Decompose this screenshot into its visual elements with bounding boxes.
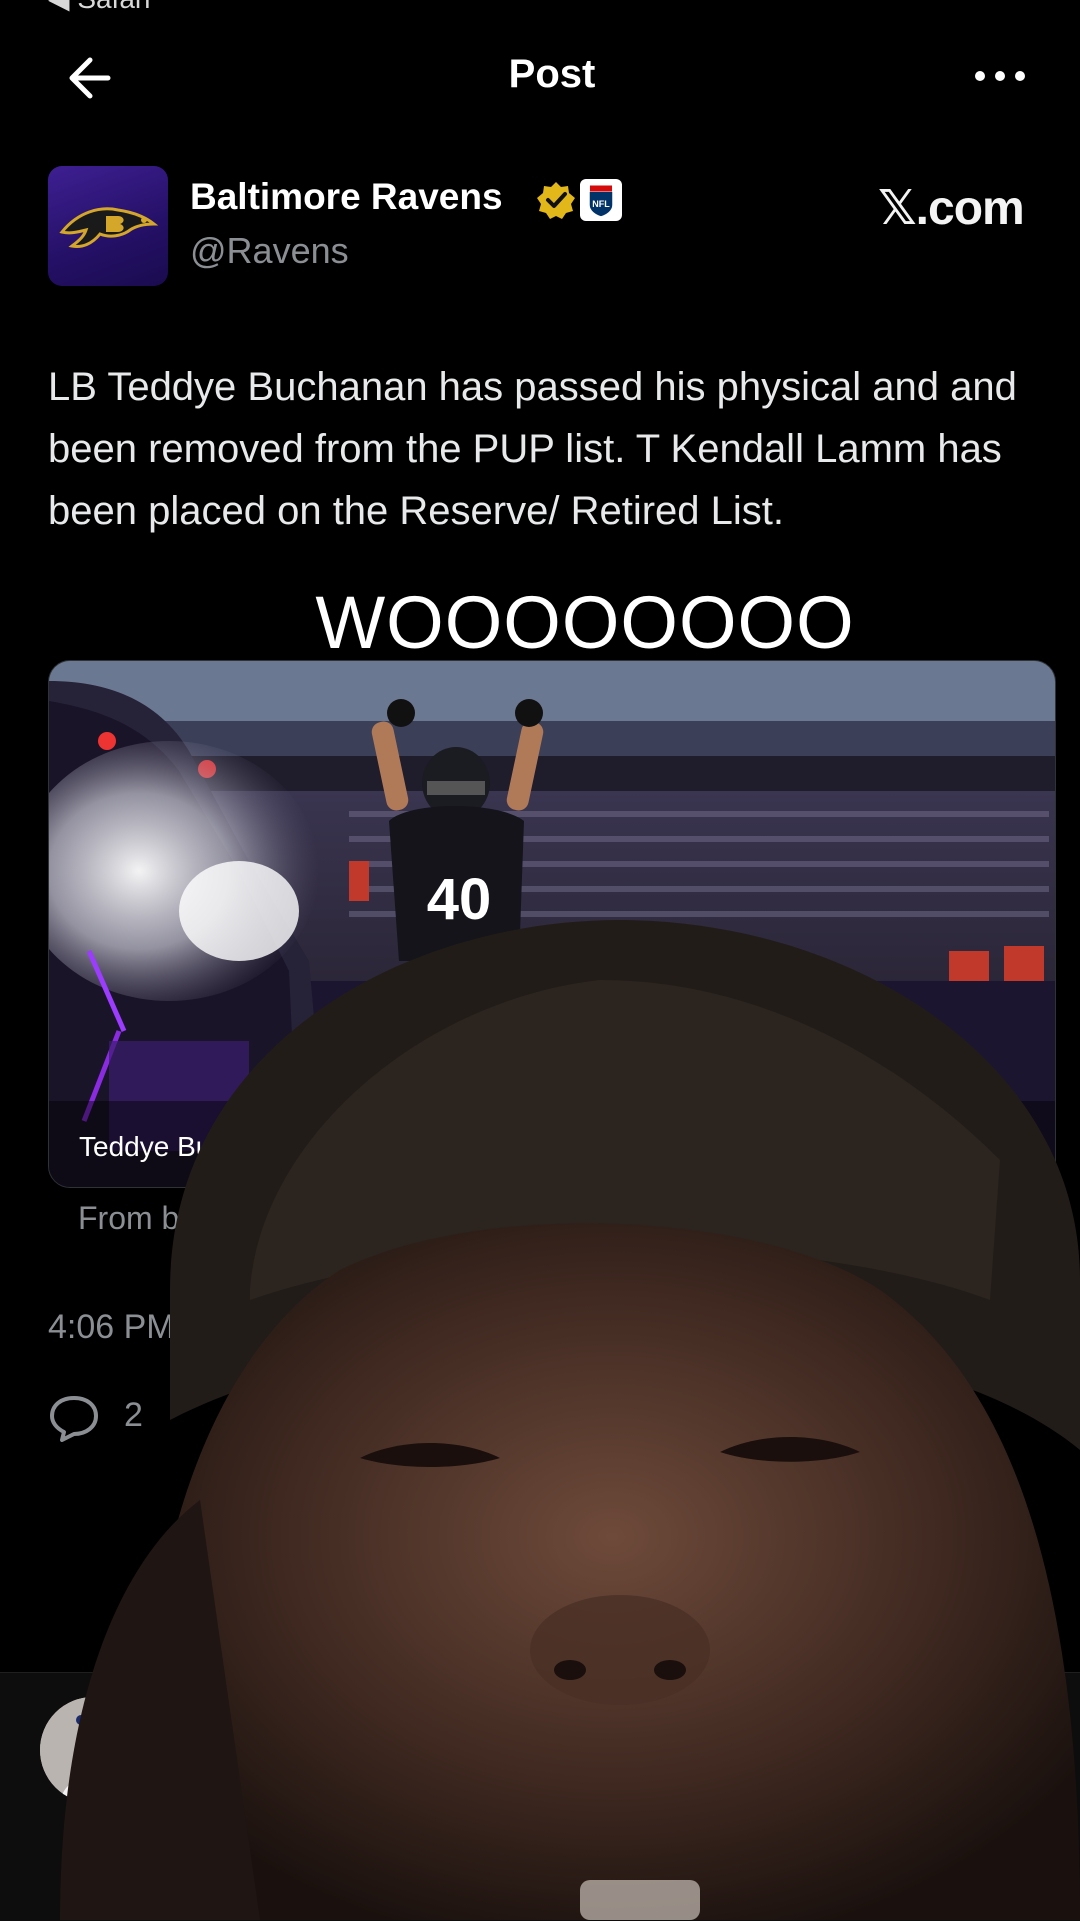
jersey-number: 40	[427, 867, 492, 932]
svg-text:NFL: NFL	[592, 199, 610, 209]
page-title: Post	[508, 52, 596, 96]
author-handle[interactable]: @Ravens	[190, 230, 349, 272]
tweet-media-card[interactable]: 40 Teddye Buch	[48, 660, 1056, 1188]
more-options-icon[interactable]	[972, 62, 1028, 90]
ravens-logo-icon	[59, 207, 159, 248]
verified-badge-icon	[537, 182, 575, 219]
media-card-title: Teddye Buch	[79, 1131, 241, 1162]
link-source[interactable]: From ba	[78, 1200, 197, 1237]
x-watermark: 𝕏.com	[878, 182, 1025, 235]
reply-input[interactable]	[182, 1776, 1046, 1856]
reply-icon[interactable]	[48, 1394, 100, 1442]
author-name[interactable]: Baltimore Ravens	[190, 176, 503, 218]
nfl-affiliation-icon: NFL	[580, 179, 622, 221]
stadium-photo: 40	[49, 661, 1055, 1187]
tweet-timestamp: 4:06 PM	[48, 1308, 175, 1346]
user-avatar[interactable]	[40, 1697, 146, 1803]
reply-count: 2	[124, 1396, 143, 1434]
reply-placeholder: Re	[268, 1792, 312, 1830]
emoji-icon[interactable]	[204, 1791, 250, 1837]
safari-back-link[interactable]: ◀ Safari	[48, 0, 150, 15]
tweet-text: LB Teddye Buchanan has passed his physic…	[48, 365, 1017, 533]
ravens-avatar[interactable]	[48, 166, 168, 286]
video-caption-overlay: WOOOOOOOO	[315, 581, 855, 664]
compose-hint: Sc	[182, 1700, 227, 1742]
